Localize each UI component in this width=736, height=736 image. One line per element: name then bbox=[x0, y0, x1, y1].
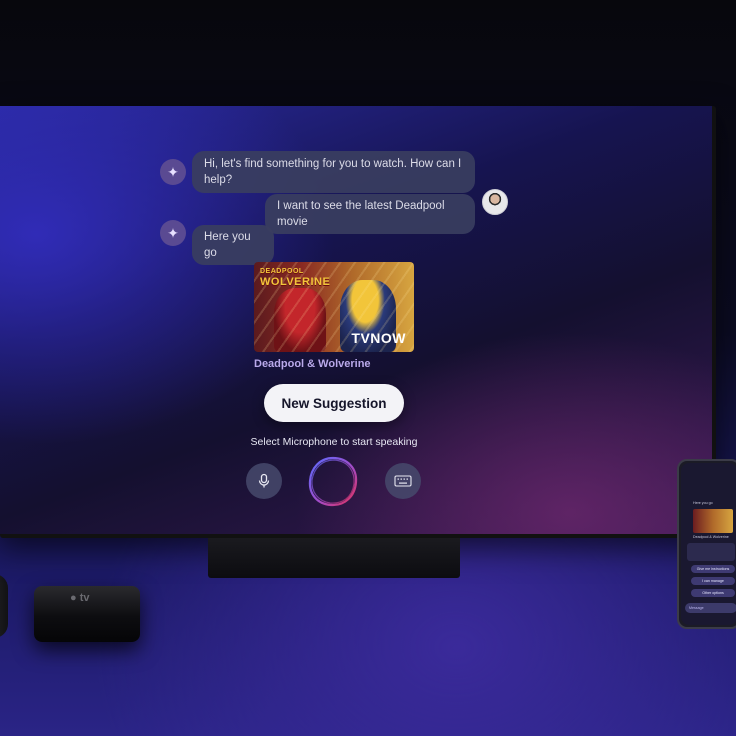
phone-chip-options[interactable]: Other options bbox=[691, 589, 735, 597]
phone-chip-instructions[interactable]: Give me instructions bbox=[691, 565, 735, 573]
new-suggestion-button[interactable]: New Suggestion bbox=[264, 384, 404, 422]
assistant-reply-bubble: Here you go bbox=[192, 225, 274, 265]
apple-logo-icon: ● bbox=[70, 592, 77, 604]
movie-poster-card[interactable]: DEADPOOL WOLVERINE TVNOW bbox=[254, 262, 414, 352]
phone-title: Deadpool & Wolverine bbox=[693, 535, 729, 539]
keyboard-button[interactable] bbox=[385, 463, 421, 499]
voice-orb-icon[interactable] bbox=[305, 454, 361, 510]
microphone-button[interactable] bbox=[246, 463, 282, 499]
apple-tv-logo: ● tv bbox=[70, 592, 90, 604]
smartphone: Here you go Deadpool & Wolverine Give me… bbox=[677, 459, 736, 629]
user-message-bubble: I want to see the latest Deadpool movie bbox=[265, 194, 475, 234]
phone-screen: Here you go Deadpool & Wolverine Give me… bbox=[681, 463, 736, 625]
user-avatar bbox=[482, 189, 508, 215]
phone-reply: Here you go bbox=[693, 501, 713, 505]
phone-message-input[interactable]: Message bbox=[685, 603, 736, 613]
television: ✦ Hi, let's find something for you to wa… bbox=[0, 106, 716, 538]
phone-poster[interactable] bbox=[693, 509, 733, 533]
microphone-icon bbox=[258, 473, 270, 488]
assistant-greeting-bubble: Hi, let's find something for you to watc… bbox=[192, 151, 475, 193]
microphone-hint: Select Microphone to start speaking bbox=[250, 436, 418, 448]
phone-chip-manage[interactable]: I can manage bbox=[691, 577, 735, 585]
assistant-avatar: ✦ bbox=[160, 220, 186, 246]
keyboard-icon bbox=[394, 475, 412, 487]
assistant-avatar: ✦ bbox=[160, 159, 186, 185]
movie-title: Deadpool & Wolverine bbox=[254, 358, 371, 370]
provider-badge: TVNOW bbox=[351, 330, 406, 346]
sparkle-icon: ✦ bbox=[167, 163, 179, 180]
phone-message-bubble bbox=[687, 543, 735, 561]
tv-screen: ✦ Hi, let's find something for you to wa… bbox=[0, 106, 712, 534]
apple-tv-label: tv bbox=[79, 592, 90, 604]
poster-logo: DEADPOOL WOLVERINE bbox=[260, 266, 330, 288]
poster-logo-line2: WOLVERINE bbox=[260, 276, 331, 288]
apple-tv-box: ● tv bbox=[34, 586, 140, 642]
sparkle-icon: ✦ bbox=[167, 224, 179, 241]
tv-stand bbox=[208, 538, 460, 578]
headphone-device bbox=[0, 574, 8, 638]
